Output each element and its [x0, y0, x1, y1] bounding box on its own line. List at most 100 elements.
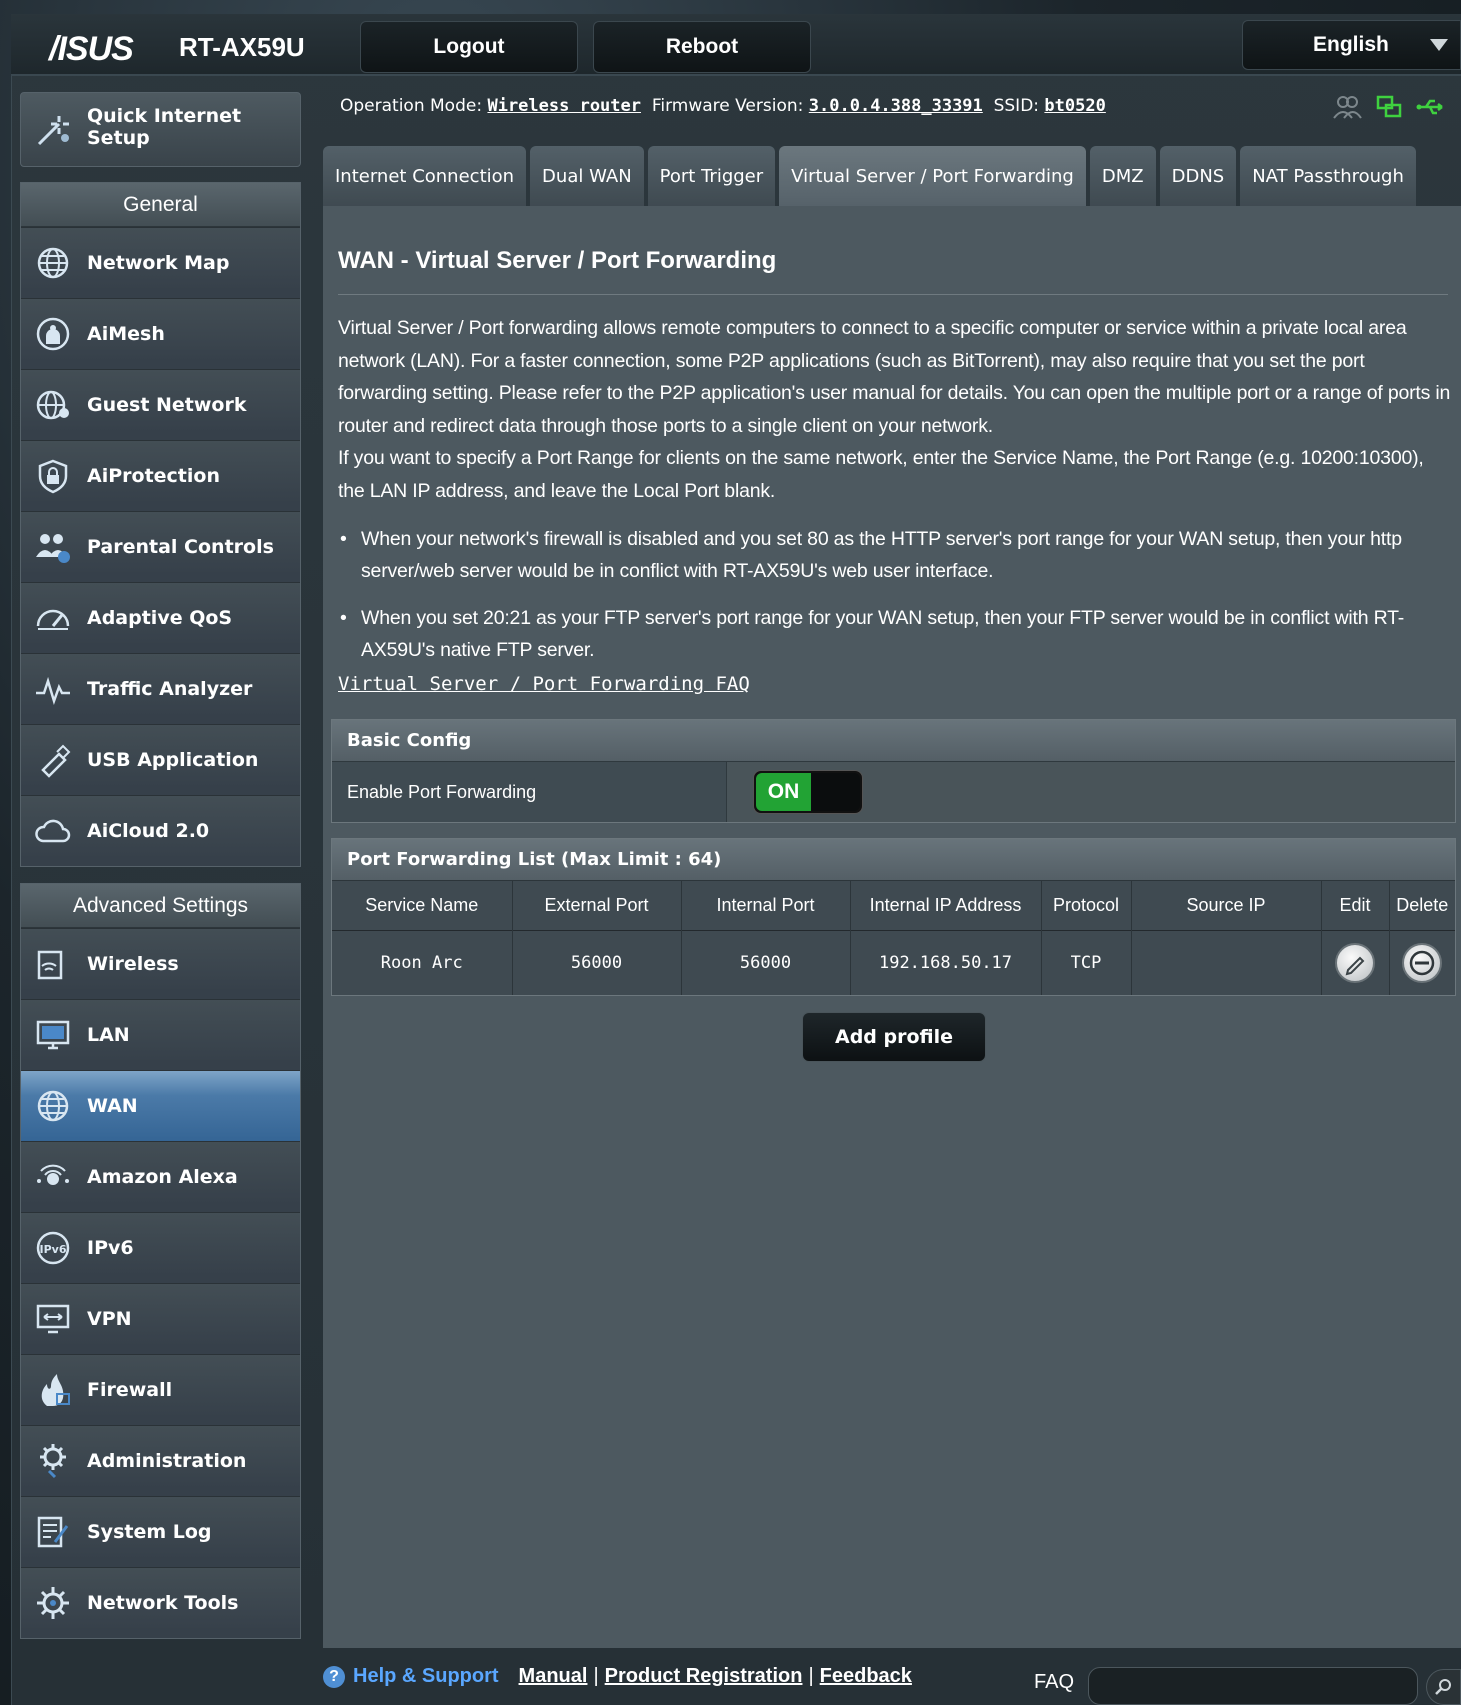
toggle-on-label: ON	[756, 773, 811, 811]
tab-port-trigger[interactable]: Port Trigger	[647, 146, 776, 206]
product-registration-link[interactable]: Product Registration	[605, 1665, 803, 1688]
firmware-link[interactable]: 3.0.0.4.388_33391	[809, 96, 983, 116]
sidebar-item-firewall[interactable]: Firewall	[21, 1354, 300, 1425]
sidebar-item-label: Parental Controls	[87, 536, 274, 558]
quick-internet-setup-button[interactable]: Quick Internet Setup	[20, 92, 301, 167]
sidebar-item-label: Adaptive QoS	[87, 607, 233, 629]
port-forwarding-faq-link[interactable]: Virtual Server / Port Forwarding FAQ	[338, 673, 750, 695]
reboot-button[interactable]: Reboot	[593, 21, 811, 73]
description-paragraph-2: If you want to specify a Port Range for …	[338, 447, 1424, 502]
sidebar-item-aimesh[interactable]: AiMesh	[21, 298, 300, 369]
sidebar-item-vpn[interactable]: VPN	[21, 1283, 300, 1354]
sidebar-item-usb-application[interactable]: USB Application	[21, 724, 300, 795]
family-icon	[33, 527, 73, 567]
help-support-link[interactable]: Help & Support	[353, 1665, 499, 1688]
sidebar-item-adaptive-qos[interactable]: Adaptive QoS	[21, 582, 300, 653]
usb-icon	[33, 740, 73, 780]
language-select[interactable]: English	[1242, 20, 1461, 70]
faq-label: FAQ	[1034, 1671, 1075, 1693]
ipv6-icon: IPv6	[33, 1228, 73, 1268]
faq-search-button[interactable]	[1426, 1669, 1461, 1705]
table-header-row: Service Name External Port Internal Port…	[332, 880, 1455, 931]
sidebar-item-parental-controls[interactable]: Parental Controls	[21, 511, 300, 582]
gear-icon	[33, 1441, 73, 1481]
tab-ddns[interactable]: DDNS	[1159, 146, 1237, 206]
source-ip-cell	[1131, 930, 1322, 995]
column-header: Delete	[1389, 880, 1455, 931]
sidebar-item-network-map[interactable]: Network Map	[21, 227, 300, 298]
sidebar-item-label: WAN	[87, 1095, 138, 1117]
wifi-icon	[33, 944, 73, 984]
sidebar-item-aicloud-2-0[interactable]: AiCloud 2.0	[21, 795, 300, 866]
title-divider	[338, 294, 1448, 295]
status-line: Operation Mode: Wireless router Firmware…	[340, 96, 1106, 116]
description: Virtual Server / Port forwarding allows …	[338, 312, 1454, 507]
asus-logo: /ISUS	[49, 30, 134, 68]
sidebar-item-wan[interactable]: WAN	[21, 1070, 300, 1141]
svg-text:IPv6: IPv6	[40, 1243, 67, 1256]
tab-dual-wan[interactable]: Dual WAN	[530, 146, 644, 206]
sidebar-item-label: IPv6	[87, 1237, 134, 1259]
model-name: RT-AX59U	[179, 32, 305, 62]
tab-dmz[interactable]: DMZ	[1089, 146, 1156, 206]
feedback-link[interactable]: Feedback	[820, 1665, 912, 1688]
vpn-icon	[33, 1299, 73, 1339]
tab-virtual-server-port-forwarding[interactable]: Virtual Server / Port Forwarding	[779, 146, 1086, 206]
quick-internet-setup-label: Quick Internet Setup	[87, 105, 242, 149]
sidebar-item-network-tools[interactable]: Network Tools	[21, 1567, 300, 1638]
delete-cell	[1389, 930, 1455, 995]
footer-separator: |	[808, 1665, 814, 1687]
wand-icon	[33, 110, 73, 150]
tab-internet-connection[interactable]: Internet Connection	[323, 146, 527, 206]
sidebar-item-wireless[interactable]: Wireless	[21, 928, 300, 999]
delete-button[interactable]	[1402, 942, 1443, 983]
add-profile-button[interactable]: Add profile	[802, 1012, 986, 1062]
sidebar-item-label: AiProtection	[87, 465, 220, 487]
top-bar: /ISUS RT-AX59U Logout Reboot English	[11, 14, 1461, 76]
ssid-link[interactable]: bt0520	[1044, 96, 1105, 116]
network-status-icon[interactable]	[1374, 92, 1404, 127]
sidebar-item-administration[interactable]: Administration	[21, 1425, 300, 1496]
chevron-down-icon	[1430, 39, 1448, 51]
status-icons	[1332, 92, 1446, 127]
sidebar-item-label: Network Tools	[87, 1592, 239, 1614]
sidebar-item-guest-network[interactable]: Guest Network	[21, 369, 300, 440]
sidebar-item-ipv6[interactable]: IPv6 IPv6	[21, 1212, 300, 1283]
sidebar-item-aiprotection[interactable]: AiProtection	[21, 440, 300, 511]
sidebar-item-label: Administration	[87, 1450, 247, 1472]
clients-icon[interactable]	[1332, 92, 1362, 127]
enable-port-forwarding-row: Enable Port Forwarding ON	[332, 761, 1455, 822]
column-header: Edit	[1321, 880, 1390, 931]
protocol-cell: TCP	[1041, 930, 1132, 995]
alexa-icon	[33, 1157, 73, 1197]
sidebar-item-system-log[interactable]: System Log	[21, 1496, 300, 1567]
sidebar-item-label: VPN	[87, 1308, 132, 1330]
search-icon	[1434, 1679, 1451, 1695]
manual-link[interactable]: Manual	[519, 1665, 588, 1688]
note-item: When you set 20:21 as your FTP server's …	[338, 602, 1454, 666]
column-header: Protocol	[1041, 880, 1132, 931]
sidebar-item-lan[interactable]: LAN	[21, 999, 300, 1070]
logout-button[interactable]: Logout	[360, 21, 578, 73]
sidebar-item-traffic-analyzer[interactable]: Traffic Analyzer	[21, 653, 300, 724]
page-title: WAN - Virtual Server / Port Forwarding	[338, 247, 777, 274]
log-icon	[33, 1512, 73, 1552]
help-icon: ?	[323, 1665, 345, 1688]
fire-icon	[33, 1370, 73, 1410]
port-forwarding-list-heading: Port Forwarding List (Max Limit : 64)	[332, 839, 1455, 880]
tab-nat-passthrough[interactable]: NAT Passthrough	[1240, 146, 1416, 206]
sidebar-item-label: USB Application	[87, 749, 259, 771]
basic-config-table: Basic Config Enable Port Forwarding ON	[331, 719, 1456, 823]
firmware-label: Firmware Version:	[651, 96, 804, 116]
enable-port-forwarding-toggle[interactable]: ON	[753, 770, 863, 814]
faq-search-input[interactable]	[1088, 1667, 1418, 1705]
sidebar-item-amazon-alexa[interactable]: Amazon Alexa	[21, 1141, 300, 1212]
column-header: Service Name	[332, 880, 513, 931]
usb-status-icon[interactable]	[1416, 92, 1446, 127]
operation-mode-link[interactable]: Wireless router	[487, 96, 641, 116]
globe-icon	[33, 243, 73, 283]
edit-cell	[1321, 930, 1390, 995]
sidebar-item-label: AiCloud 2.0	[87, 820, 210, 842]
basic-config-heading: Basic Config	[332, 720, 1455, 761]
edit-button[interactable]	[1335, 942, 1375, 983]
